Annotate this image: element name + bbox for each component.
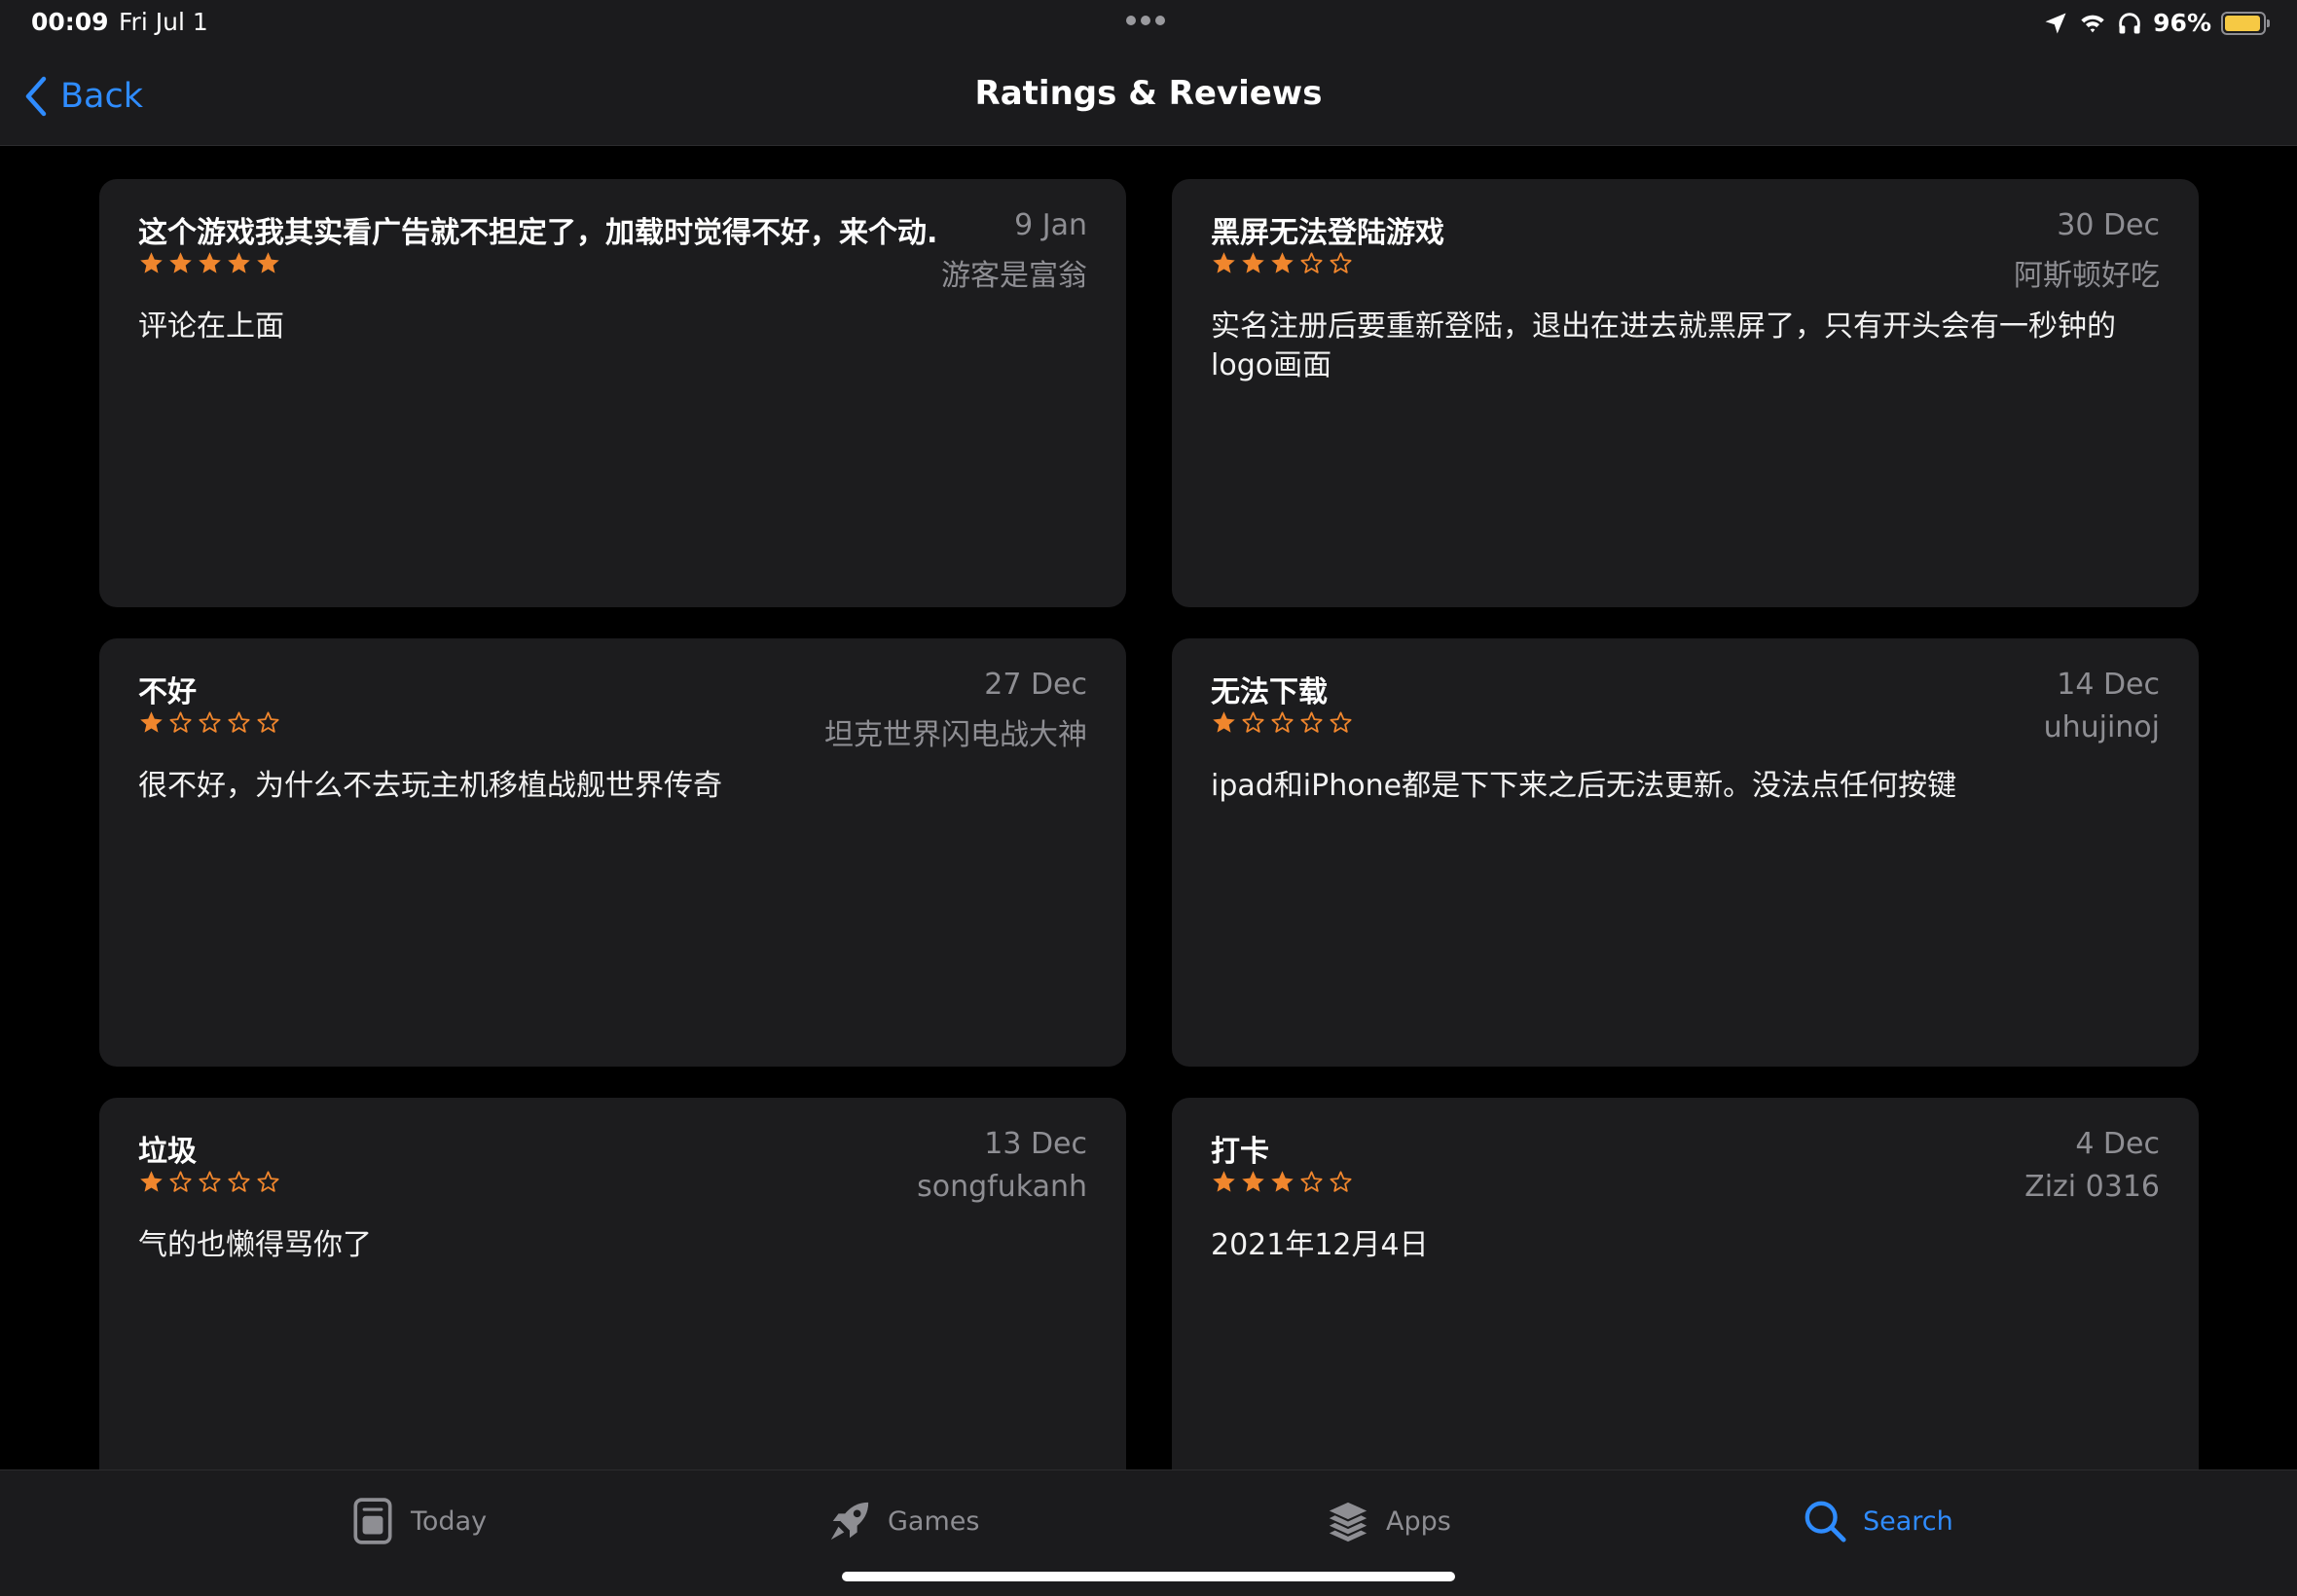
- status-bar: 00:09 Fri Jul 1 96%: [0, 0, 2297, 47]
- star-rating: [138, 709, 281, 736]
- star-empty-icon: [199, 711, 221, 733]
- tab-label: Search: [1863, 1505, 1953, 1537]
- battery-percent: 96%: [2153, 9, 2211, 37]
- star-filled-icon: [169, 252, 192, 273]
- tab-today[interactable]: Today: [350, 1494, 487, 1548]
- review-date: 13 Dec: [984, 1127, 1087, 1161]
- star-filled-icon: [1242, 1171, 1264, 1192]
- star-empty-icon: [1242, 711, 1264, 733]
- navigation-bar: Back Ratings & Reviews: [0, 47, 2297, 146]
- star-empty-icon: [1271, 711, 1294, 733]
- star-filled-icon: [140, 1171, 163, 1192]
- review-card[interactable]: 无法下载 14 Dec uhujinoj ipad和iPhone都是下下来之后无法更新…: [1172, 638, 2199, 1067]
- star-filled-icon: [1271, 1171, 1294, 1192]
- review-date: 9 Jan: [1014, 208, 1087, 242]
- star-rating: [1211, 1169, 1354, 1195]
- star-empty-icon: [1300, 252, 1323, 273]
- review-title: 打卡: [1211, 1135, 1269, 1169]
- star-filled-icon: [140, 711, 163, 733]
- review-card[interactable]: 打卡 4 Dec Zizi 0316 2021年12月4日: [1172, 1098, 2199, 1469]
- wifi-icon: [2081, 15, 2104, 32]
- review-card[interactable]: 这个游戏我其实看广告就不担定了，加载时觉得不好，来个动... 9 Jan 游客是富翁…: [99, 179, 1126, 607]
- star-empty-icon: [1330, 711, 1352, 733]
- headphones-icon: [2119, 12, 2140, 33]
- review-author: 阿斯顿好吃: [2014, 259, 2160, 293]
- search-icon: [1805, 1501, 1846, 1542]
- star-empty-icon: [228, 1171, 250, 1192]
- review-date: 27 Dec: [984, 668, 1087, 702]
- star-empty-icon: [1330, 1171, 1352, 1192]
- star-rating: [1211, 250, 1354, 276]
- star-filled-icon: [1213, 252, 1235, 273]
- tab-games[interactable]: Games: [827, 1494, 979, 1548]
- battery-icon: [2221, 11, 2270, 35]
- review-title: 黑屏无法登陆游戏: [1211, 216, 1444, 250]
- star-rating: [138, 250, 281, 276]
- star-empty-icon: [169, 1171, 192, 1192]
- multitasking-dots-icon[interactable]: [1126, 16, 1165, 25]
- star-empty-icon: [1300, 711, 1323, 733]
- tab-search[interactable]: Search: [1803, 1494, 1953, 1548]
- review-body: 实名注册后要重新登陆，退出在进去就黑屏了，只有开头会有一秒钟的logo画面: [1211, 309, 2116, 382]
- tab-apps[interactable]: Apps: [1326, 1494, 1451, 1548]
- review-date: 4 Dec: [2075, 1127, 2160, 1161]
- tab-label: Games: [888, 1505, 980, 1537]
- star-rating: [138, 1169, 281, 1195]
- review-author: Zizi 0316: [2024, 1170, 2160, 1204]
- star-filled-icon: [199, 252, 221, 273]
- home-indicator[interactable]: [842, 1572, 1455, 1581]
- reviews-grid[interactable]: 这个游戏我其实看广告就不担定了，加载时觉得不好，来个动... 9 Jan 游客是富翁…: [0, 146, 2297, 1469]
- review-title: 不好: [138, 675, 197, 709]
- review-card[interactable]: 黑屏无法登陆游戏 30 Dec 阿斯顿好吃实名注册后要重新登陆，退出在进去就黑屏了，…: [1172, 179, 2199, 607]
- review-author: 游客是富翁: [941, 259, 1087, 293]
- star-filled-icon: [1242, 252, 1264, 273]
- page-title: Ratings & Reviews: [974, 74, 1323, 113]
- star-rating: [1211, 709, 1354, 736]
- review-author: 坦克世界闪电战大神: [824, 718, 1087, 752]
- apps-stack-icon: [1329, 1502, 1367, 1542]
- star-filled-icon: [1213, 711, 1235, 733]
- star-empty-icon: [1300, 1171, 1323, 1192]
- status-indicators: 96%: [2042, 9, 2270, 37]
- rocket-icon: [830, 1502, 869, 1541]
- review-title: 这个游戏我其实看广告就不担定了，加载时觉得不好，来个动...: [138, 216, 936, 250]
- battery-fill: [2225, 15, 2261, 31]
- review-body: 气的也懒得骂你了: [138, 1228, 372, 1262]
- star-empty-icon: [257, 1171, 279, 1192]
- star-empty-icon: [228, 711, 250, 733]
- star-filled-icon: [140, 252, 163, 273]
- today-icon: [353, 1498, 392, 1544]
- review-date: 30 Dec: [2057, 208, 2160, 242]
- tab-label: Today: [411, 1505, 488, 1537]
- review-card[interactable]: 垃圾 13 Dec songfukanh 气的也懒得骂你了: [99, 1098, 1126, 1469]
- review-card[interactable]: 不好 27 Dec 坦克世界闪电战大神很不好，为什么不去玩主机移植战舰世界传奇: [99, 638, 1126, 1067]
- star-empty-icon: [169, 711, 192, 733]
- review-title: 无法下载: [1211, 675, 1328, 709]
- review-body: 评论在上面: [138, 309, 284, 344]
- star-filled-icon: [228, 252, 250, 273]
- review-author: uhujinoj: [2043, 710, 2160, 744]
- star-filled-icon: [257, 252, 279, 273]
- status-date: Fri Jul 1: [119, 8, 208, 36]
- star-filled-icon: [1271, 252, 1294, 273]
- star-empty-icon: [257, 711, 279, 733]
- review-body: ipad和iPhone都是下下来之后无法更新。没法点任何按键: [1211, 769, 1957, 803]
- status-time: 00:09: [31, 8, 109, 36]
- star-filled-icon: [1213, 1171, 1235, 1192]
- tab-label: Apps: [1386, 1505, 1451, 1537]
- star-empty-icon: [199, 1171, 221, 1192]
- star-empty-icon: [1330, 252, 1352, 273]
- review-body: 很不好，为什么不去玩主机移植战舰世界传奇: [138, 769, 722, 803]
- review-title: 垃圾: [138, 1135, 197, 1169]
- review-author: songfukanh: [917, 1170, 1087, 1204]
- review-body: 2021年12月4日: [1211, 1228, 1429, 1262]
- review-date: 14 Dec: [2057, 668, 2160, 702]
- location-icon: [2045, 13, 2066, 33]
